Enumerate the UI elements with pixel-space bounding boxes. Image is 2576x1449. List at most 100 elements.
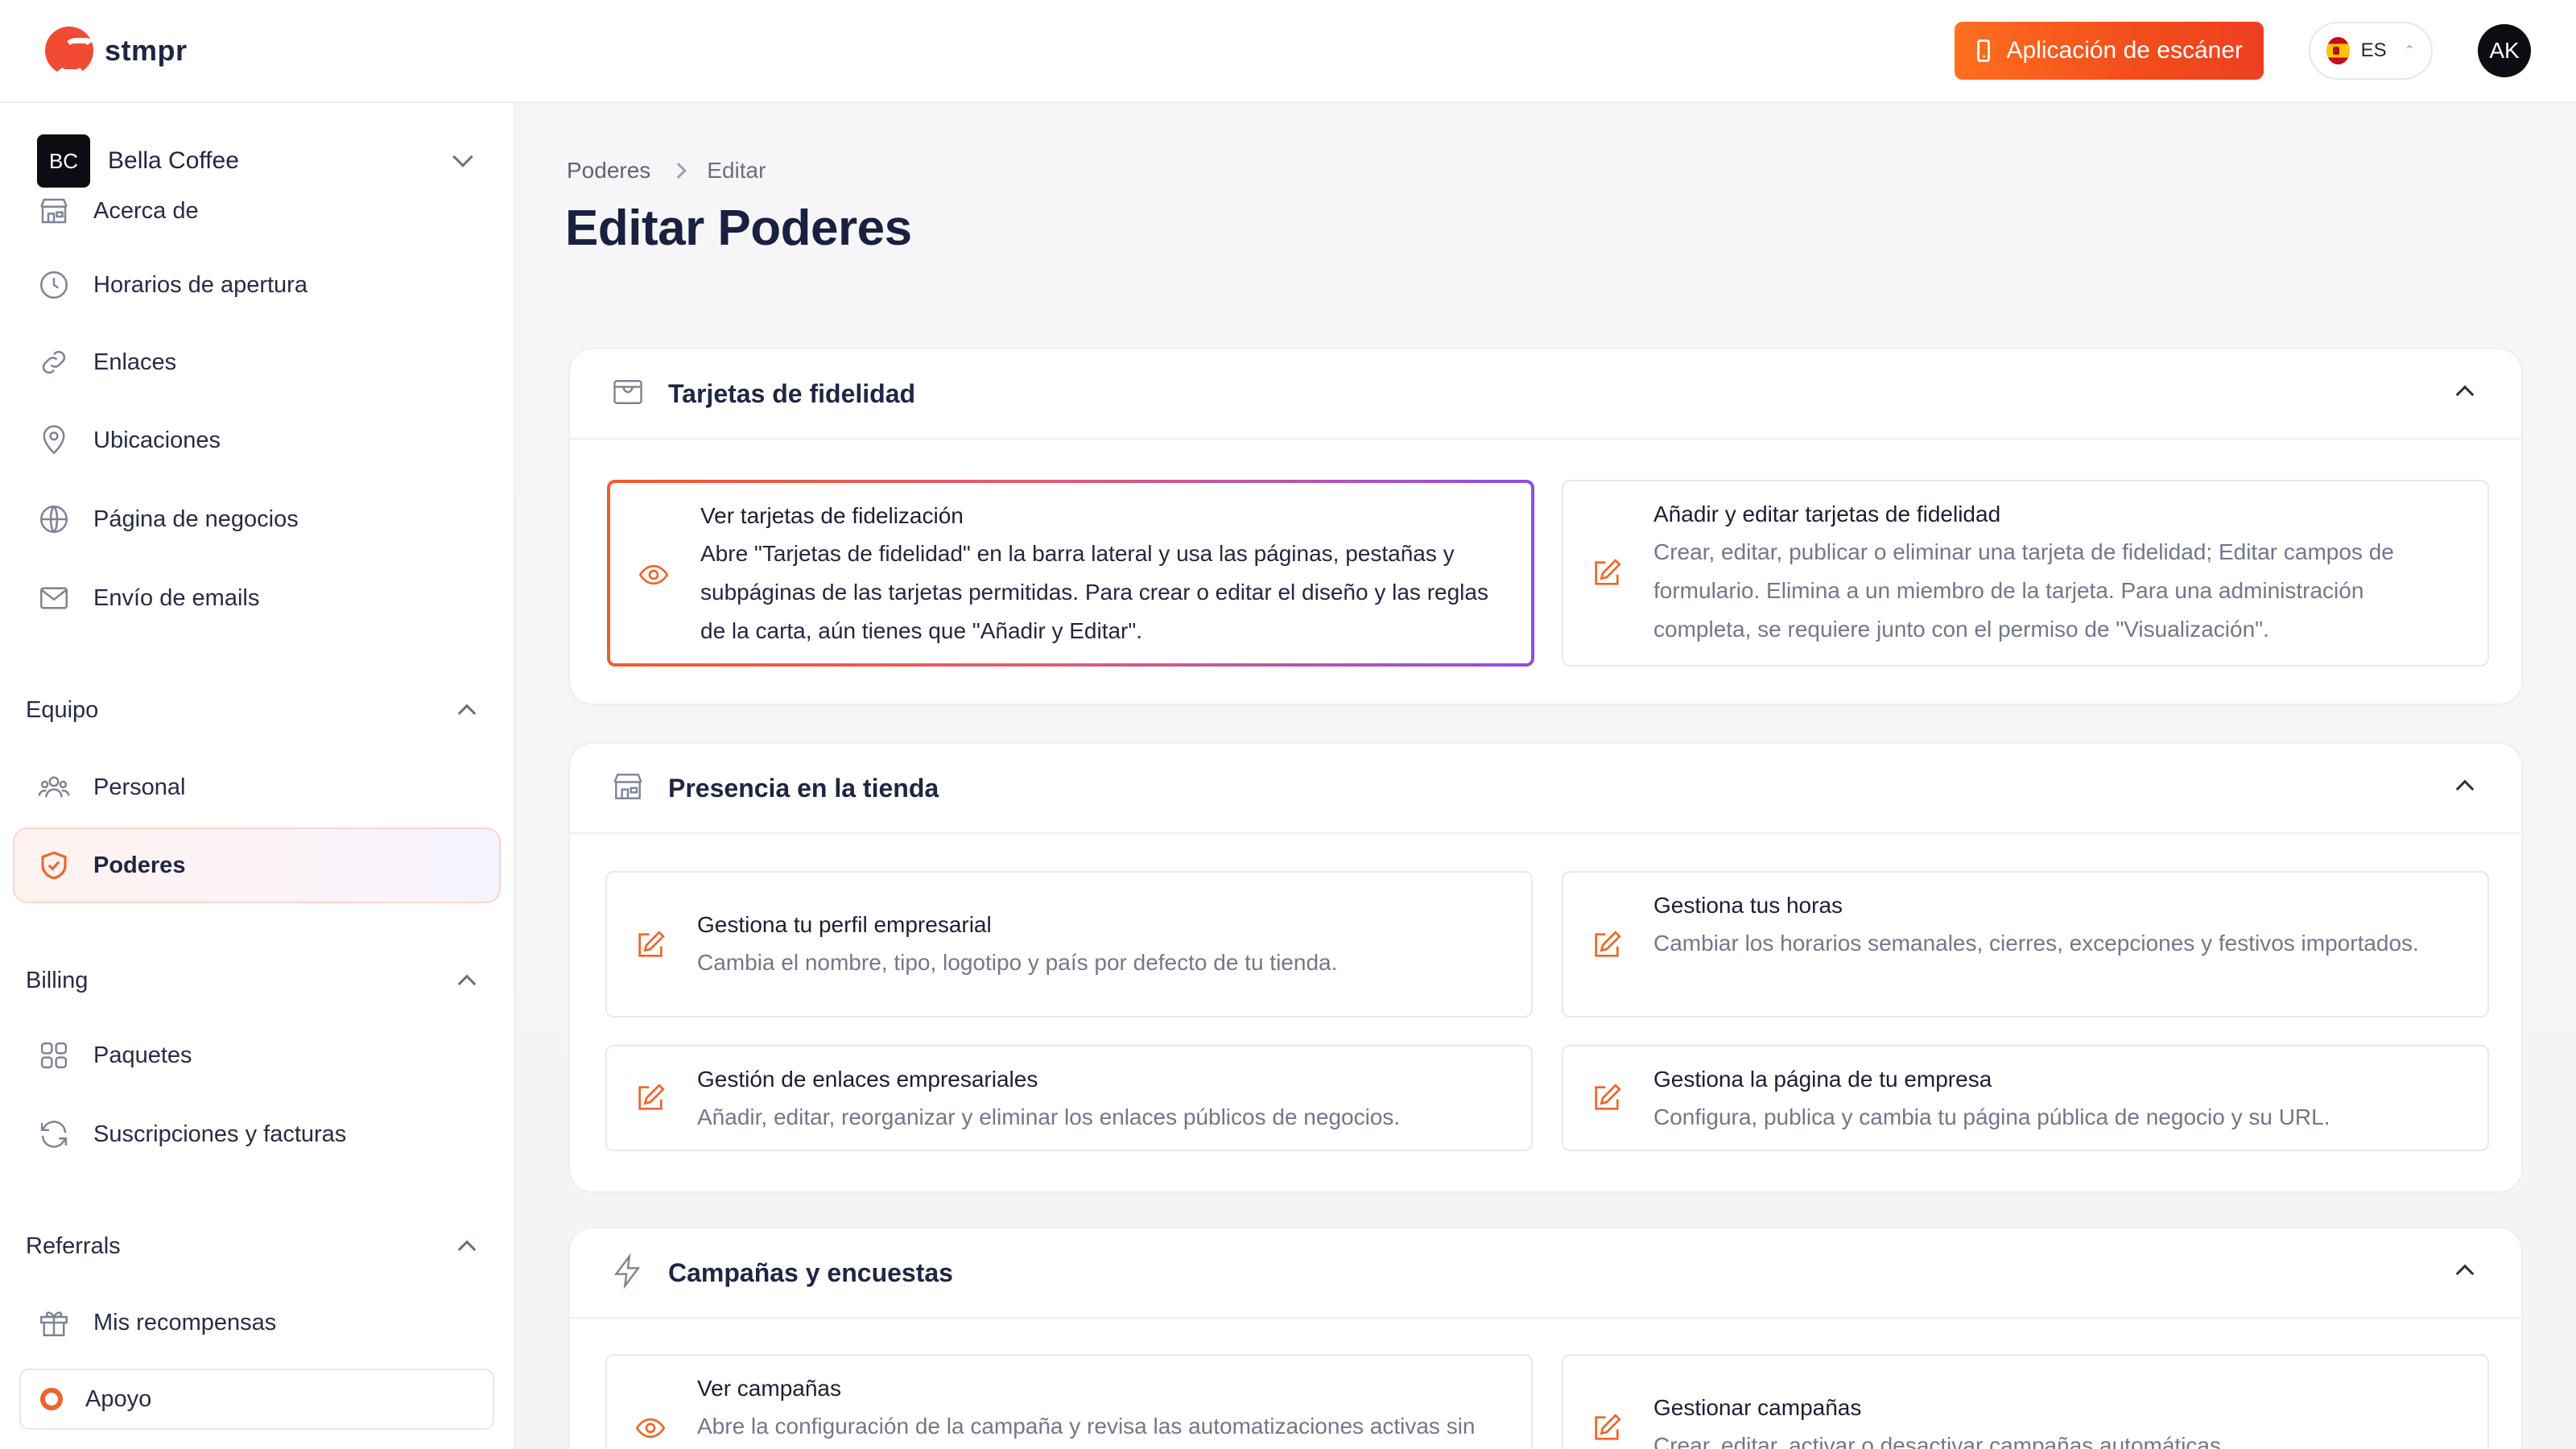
permission-card-business-links[interactable]: Gestión de enlaces empresariales Añadir,…	[605, 1045, 1533, 1151]
card-text: Gestión de enlaces empresariales Añadir,…	[697, 1061, 1505, 1137]
section-title: Billing	[26, 967, 89, 993]
card-text: Gestiona la página de tu empresa Configu…	[1653, 1061, 2462, 1137]
panel-title: Presencia en la tienda	[668, 773, 939, 803]
panel-campaigns-surveys: Campañas y encuestas Ver campañas Abre l…	[568, 1227, 2523, 1449]
store-icon	[610, 769, 646, 808]
card-text: Gestiona tu perfil empresarial Cambia el…	[697, 906, 1505, 982]
user-avatar[interactable]: AK	[2478, 24, 2531, 77]
section-title: Equipo	[26, 696, 99, 723]
link-icon	[37, 345, 71, 379]
gift-icon	[37, 1306, 71, 1340]
card-title: Gestiona tu perfil empresarial	[697, 912, 992, 937]
card-title: Gestión de enlaces empresariales	[697, 1067, 1038, 1092]
card-description: Cambia el nombre, tipo, logotipo y país …	[697, 950, 1338, 975]
top-bar: stmpr Aplicación de escáner ES ⌃ AK	[0, 0, 2576, 103]
chevron-right-icon	[671, 163, 687, 179]
sidebar-item-locations[interactable]: Ubicaciones	[32, 411, 491, 469]
card-description: Abre "Tarjetas de fidelidad" en la barra…	[700, 541, 1488, 643]
breadcrumb-link-powers[interactable]: Poderes	[567, 158, 650, 184]
sidebar-item-links[interactable]: Enlaces	[32, 333, 491, 391]
card-title: Gestiona tus horas	[1653, 893, 1843, 918]
sidebar-item-label: Acerca de	[93, 197, 199, 224]
edit-icon	[1591, 557, 1623, 589]
mail-icon	[37, 581, 71, 615]
shield-check-icon	[37, 848, 71, 882]
section-title: Referrals	[26, 1232, 121, 1259]
sidebar-item-subscriptions[interactable]: Suscripciones y facturas	[32, 1105, 491, 1163]
language-select[interactable]: ES ⌃	[2309, 22, 2433, 80]
lifebuoy-icon	[40, 1388, 63, 1410]
card-title: Añadir y editar tarjetas de fidelidad	[1653, 502, 2001, 526]
page-title: Editar Poderes	[565, 200, 912, 256]
store-icon	[37, 194, 71, 228]
refresh-icon	[37, 1117, 71, 1151]
card-description: Configura, publica y cambia tu página pú…	[1653, 1104, 2330, 1129]
card-description: Abre la configuración de la campaña y re…	[697, 1414, 1476, 1439]
app-logo[interactable]: stmpr	[45, 27, 188, 75]
sidebar-item-business-page[interactable]: Página de negocios	[32, 490, 491, 548]
section-toggle-billing[interactable]: Billing	[26, 956, 486, 1005]
permission-card-business-page[interactable]: Gestiona la página de tu empresa Configu…	[1562, 1045, 2489, 1151]
panel-header-loyalty-cards[interactable]: Tarjetas de fidelidad	[570, 349, 2521, 440]
card-text: Ver campañas Abre la configuración de la…	[697, 1370, 1505, 1446]
section-toggle-team[interactable]: Equipo	[26, 686, 486, 734]
edit-icon	[1591, 1082, 1623, 1114]
sidebar-item-opening-hours[interactable]: Horarios de apertura	[32, 256, 491, 314]
map-pin-icon	[37, 423, 71, 457]
sidebar-item-label: Mis recompensas	[93, 1309, 277, 1335]
grid-icon	[37, 1038, 71, 1072]
breadcrumb-current: Editar	[707, 158, 766, 183]
sidebar-item-about[interactable]: Acerca de	[32, 182, 491, 240]
chevron-up-icon	[457, 974, 477, 993]
edit-icon	[634, 929, 667, 961]
sidebar-item-label: Paquetes	[93, 1042, 192, 1068]
card-description: Crear, editar, activar o desactivar camp…	[1653, 1433, 2222, 1449]
zap-icon	[610, 1252, 646, 1293]
language-code: ES	[2360, 39, 2387, 61]
card-title: Ver campañas	[697, 1376, 841, 1401]
scanner-app-button[interactable]: Aplicación de escáner	[1955, 22, 2264, 80]
sidebar-item-my-rewards[interactable]: Mis recompensas	[32, 1294, 491, 1352]
users-icon	[37, 770, 71, 804]
permission-card-view-campaigns[interactable]: Ver campañas Abre la configuración de la…	[605, 1354, 1533, 1449]
permission-card-view-loyalty-cards[interactable]: Ver tarjetas de fidelización Abre "Tarje…	[607, 480, 1534, 667]
section-toggle-referrals[interactable]: Referrals	[26, 1222, 486, 1270]
chevron-up-icon	[2455, 385, 2475, 404]
phone-icon	[1977, 39, 1991, 62]
org-switcher[interactable]: BC Bella Coffee	[37, 134, 483, 188]
card-text: Ver tarjetas de fidelización Abre "Tarje…	[700, 497, 1505, 650]
card-icon	[610, 374, 646, 414]
permission-card-business-profile[interactable]: Gestiona tu perfil empresarial Cambia el…	[605, 871, 1533, 1018]
logo-text: stmpr	[105, 34, 188, 67]
panel-header-store-presence[interactable]: Presencia en la tienda	[570, 744, 2521, 834]
sidebar-item-staff[interactable]: Personal	[32, 758, 491, 816]
clock-icon	[37, 268, 71, 302]
support-button[interactable]: Apoyo	[19, 1368, 494, 1430]
sidebar-item-packages[interactable]: Paquetes	[32, 1026, 491, 1084]
sidebar-item-powers[interactable]: Poderes	[13, 828, 501, 903]
card-text: Añadir y editar tarjetas de fidelidad Cr…	[1653, 496, 2462, 649]
panel-store-presence: Presencia en la tienda Gestiona tu perfi…	[568, 742, 2523, 1193]
permission-card-edit-loyalty-cards[interactable]: Añadir y editar tarjetas de fidelidad Cr…	[1562, 480, 2489, 667]
org-initials-badge: BC	[37, 134, 90, 188]
chevron-up-icon	[2455, 779, 2475, 799]
chevron-up-icon	[2455, 1264, 2475, 1283]
panel-header-campaigns-surveys[interactable]: Campañas y encuestas	[570, 1228, 2521, 1319]
sidebar-item-label: Envío de emails	[93, 584, 260, 611]
sidebar-item-email-sending[interactable]: Envío de emails	[32, 569, 491, 627]
breadcrumb: Poderes Editar	[567, 158, 766, 184]
sidebar-item-label: Personal	[93, 774, 186, 800]
card-title: Gestionar campañas	[1653, 1395, 1862, 1420]
edit-icon	[1591, 929, 1623, 961]
permission-card-manage-campaigns[interactable]: Gestionar campañas Crear, editar, activa…	[1562, 1354, 2489, 1449]
support-label: Apoyo	[85, 1385, 152, 1412]
top-bar-actions: Aplicación de escáner ES ⌃ AK	[1955, 22, 2531, 80]
permission-card-hours[interactable]: Gestiona tus horas Cambiar los horarios …	[1562, 871, 2489, 1018]
chevron-down-icon	[452, 147, 473, 167]
eye-icon	[634, 1412, 667, 1444]
chevron-up-icon	[457, 704, 477, 723]
card-description: Cambiar los horarios semanales, cierres,…	[1653, 931, 2419, 956]
card-description: Añadir, editar, reorganizar y eliminar l…	[697, 1104, 1401, 1129]
card-text: Gestionar campañas Crear, editar, activa…	[1653, 1389, 2462, 1449]
edit-icon	[634, 1082, 667, 1114]
